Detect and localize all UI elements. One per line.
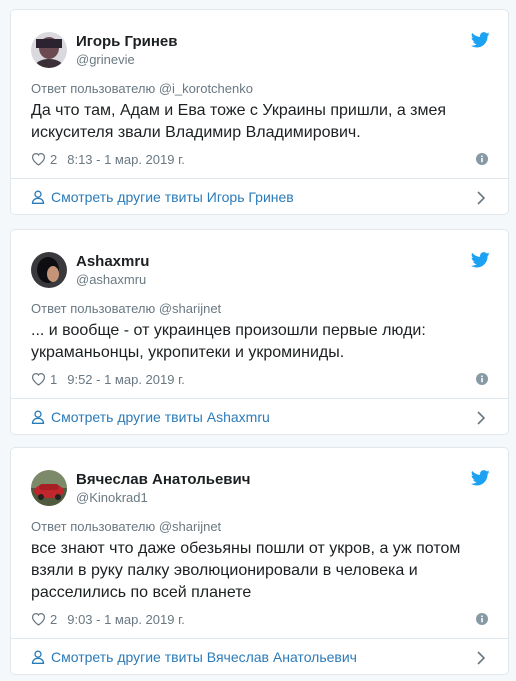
timestamp[interactable]: 8:13 - 1 мар. 2019 г. [67, 152, 185, 167]
chevron-right-icon[interactable] [476, 411, 486, 425]
more-tweets-link[interactable]: Смотреть другие твиты Ashaxmru [11, 398, 508, 434]
tweet-card: Ashaxmru @ashaxmru Ответ пользователю @s… [10, 229, 509, 435]
timestamp[interactable]: 9:03 - 1 мар. 2019 г. [67, 612, 185, 627]
author-display-name[interactable]: Ashaxmru [76, 252, 149, 271]
more-tweets-link[interactable]: Смотреть другие твиты Игорь Гринев [11, 178, 508, 214]
like-count[interactable]: 1 [50, 372, 57, 387]
more-tweets-link[interactable]: Смотреть другие твиты Вячеслав Анатольев… [11, 638, 508, 674]
avatar[interactable] [31, 32, 67, 68]
person-icon [31, 190, 45, 204]
twitter-bird-icon[interactable] [471, 32, 490, 48]
reply-to-label[interactable]: Ответ пользователю @sharijnet [31, 300, 488, 317]
twitter-bird-icon[interactable] [471, 252, 490, 268]
twitter-bird-icon[interactable] [471, 470, 490, 486]
tweet-author[interactable]: Ashaxmru @ashaxmru [31, 230, 488, 296]
tweet-author[interactable]: Вячеслав Анатольевич @Kinokrad1 [31, 448, 488, 514]
heart-icon[interactable] [31, 152, 46, 166]
heart-icon[interactable] [31, 612, 46, 626]
tweet-meta: 2 9:03 - 1 мар. 2019 г. [31, 609, 488, 629]
info-icon[interactable] [476, 373, 488, 385]
info-icon[interactable] [476, 153, 488, 165]
author-handle[interactable]: @grinevie [76, 51, 177, 68]
tweet-text: Да что там, Адам и Ева тоже с Украины пр… [31, 102, 447, 141]
author-handle[interactable]: @Kinokrad1 [76, 489, 250, 506]
tweet-meta: 2 8:13 - 1 мар. 2019 г. [31, 149, 488, 169]
tweet-author[interactable]: Игорь Гринев @grinevie [31, 10, 488, 76]
like-count[interactable]: 2 [50, 152, 57, 167]
reply-to-label[interactable]: Ответ пользователю @i_korotchenko [31, 80, 488, 97]
author-display-name[interactable]: Игорь Гринев [76, 32, 177, 51]
reply-to-label[interactable]: Ответ пользователю @sharijnet [31, 518, 488, 535]
author-display-name[interactable]: Вячеслав Анатольевич [76, 470, 250, 489]
avatar[interactable] [31, 470, 67, 506]
more-tweets-label[interactable]: Смотреть другие твиты Ashaxmru [51, 409, 270, 425]
person-icon [31, 410, 45, 424]
tweet-text: ... и вообще - от украинцев произошли пе… [31, 322, 426, 361]
author-handle[interactable]: @ashaxmru [76, 271, 149, 288]
heart-icon[interactable] [31, 372, 46, 386]
like-count[interactable]: 2 [50, 612, 57, 627]
tweet-card: Игорь Гринев @grinevie Ответ пользовател… [10, 9, 509, 215]
info-icon[interactable] [476, 613, 488, 625]
avatar[interactable] [31, 252, 67, 288]
tweet-text: все знают что даже обезьяны пошли от укр… [31, 540, 461, 601]
tweet-card: Вячеслав Анатольевич @Kinokrad1 Ответ по… [10, 447, 509, 675]
timestamp[interactable]: 9:52 - 1 мар. 2019 г. [67, 372, 185, 387]
more-tweets-label[interactable]: Смотреть другие твиты Вячеслав Анатольев… [51, 649, 357, 665]
chevron-right-icon[interactable] [476, 651, 486, 665]
chevron-right-icon[interactable] [476, 191, 486, 205]
tweet-meta: 1 9:52 - 1 мар. 2019 г. [31, 369, 488, 389]
more-tweets-label[interactable]: Смотреть другие твиты Игорь Гринев [51, 189, 294, 205]
person-icon [31, 650, 45, 664]
